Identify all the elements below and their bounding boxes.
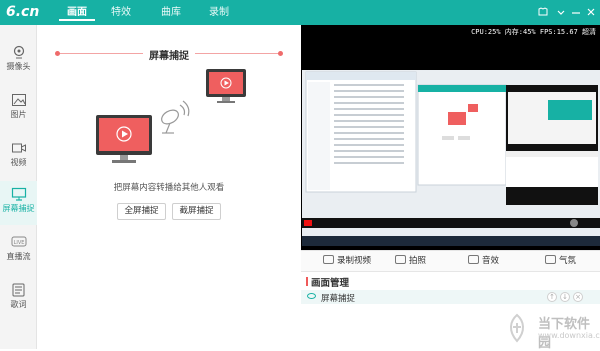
photo-label: 拍照 bbox=[409, 256, 427, 266]
sidebar-item-label: 直播流 bbox=[6, 252, 31, 261]
atmosphere-icon bbox=[545, 255, 556, 264]
tab-music[interactable]: 曲库 bbox=[153, 5, 189, 21]
header-accent-bar bbox=[306, 277, 308, 286]
tab-scene[interactable]: 画面 bbox=[59, 5, 95, 21]
sidebar-item-label: 视频 bbox=[10, 158, 27, 167]
full-screen-capture-button[interactable]: 全屏捕捉 bbox=[117, 203, 166, 220]
performance-stats: CPU:25% 内存:45% FPS:15.67 超清 bbox=[471, 28, 596, 36]
watermark-url: www.downxia.com bbox=[538, 331, 600, 340]
sidebar-item-label: 摄像头 bbox=[6, 62, 31, 71]
sidebar-item-label: 图片 bbox=[10, 110, 27, 119]
title-dot-left bbox=[55, 51, 60, 56]
title-bar: 6.cn 画面 特效 曲库 录制 bbox=[0, 0, 600, 25]
site-watermark: 当下软件园 www.downxia.com bbox=[498, 311, 600, 351]
screen-sharing-illustration bbox=[96, 69, 246, 163]
section-title: 屏幕捕捉 bbox=[38, 47, 300, 62]
live-icon: LIVE bbox=[11, 236, 26, 247]
image-icon bbox=[11, 94, 26, 106]
region-capture-button[interactable]: 截屏捕捉 bbox=[172, 203, 221, 220]
action-bar: 录制视频 拍照 音效 气氛 bbox=[301, 250, 600, 272]
sidebar-item-lyrics[interactable]: 歌词 bbox=[0, 277, 37, 321]
app-logo: 6.cn bbox=[6, 4, 40, 20]
record-video-label: 录制视频 bbox=[337, 256, 372, 266]
skin-icon[interactable] bbox=[537, 6, 549, 18]
sound-icon bbox=[468, 255, 479, 264]
watermark-logo-icon bbox=[510, 313, 524, 343]
sound-effect-label: 音效 bbox=[482, 256, 500, 266]
svg-text:LIVE: LIVE bbox=[13, 240, 24, 246]
delete-icon[interactable]: × bbox=[573, 292, 583, 302]
camera-icon bbox=[13, 45, 24, 59]
tab-record[interactable]: 录制 bbox=[201, 5, 237, 21]
menu-icon[interactable] bbox=[555, 6, 567, 18]
close-icon[interactable] bbox=[585, 6, 597, 18]
record-video-button[interactable]: 录制视频 bbox=[323, 251, 371, 272]
sidebar-item-video[interactable]: 视频 bbox=[0, 135, 37, 179]
captured-screen-thumbnail bbox=[302, 70, 600, 246]
video-icon bbox=[11, 143, 26, 153]
sidebar-item-label: 歌词 bbox=[10, 300, 27, 309]
live-preview: CPU:25% 内存:45% FPS:15.67 超清 bbox=[301, 25, 600, 250]
sidebar: 摄像头 图片 视频 屏幕捕捉 LIVE 直播流 歌词 bbox=[0, 25, 37, 349]
scene-list-item[interactable]: 屏幕捕捉 ↑ ↓ × bbox=[301, 290, 600, 304]
photo-icon bbox=[395, 255, 406, 264]
sidebar-item-camera[interactable]: 摄像头 bbox=[0, 39, 37, 83]
capture-description: 把屏幕内容转播给其他人观看 bbox=[113, 183, 225, 193]
scene-management-header: 画面管理 bbox=[301, 273, 600, 289]
tab-effects[interactable]: 特效 bbox=[103, 5, 139, 21]
atmosphere-label: 气氛 bbox=[559, 256, 577, 266]
move-up-icon[interactable]: ↑ bbox=[547, 292, 557, 302]
atmosphere-button[interactable]: 气氛 bbox=[545, 251, 576, 272]
sidebar-item-screen-capture[interactable]: 屏幕捕捉 bbox=[0, 181, 37, 225]
captured-taskbar bbox=[302, 236, 600, 246]
move-down-icon[interactable]: ↓ bbox=[560, 292, 570, 302]
sidebar-item-live-stream[interactable]: LIVE 直播流 bbox=[0, 229, 37, 273]
app-window: 6.cn 画面 特效 曲库 录制 摄像头 图片 视频 屏幕捕捉 LIVE 直播流… bbox=[0, 0, 600, 351]
sidebar-item-label: 屏幕捕捉 bbox=[2, 204, 35, 213]
scene-item-label: 屏幕捕捉 bbox=[321, 294, 356, 304]
sidebar-item-image[interactable]: 图片 bbox=[0, 87, 37, 131]
photo-button[interactable]: 拍照 bbox=[395, 251, 426, 272]
monitor-icon bbox=[11, 187, 26, 201]
minimize-icon[interactable] bbox=[570, 6, 582, 18]
record-icon bbox=[323, 255, 334, 264]
eye-icon[interactable] bbox=[307, 293, 316, 299]
lyrics-icon bbox=[12, 283, 24, 297]
scene-management-title: 画面管理 bbox=[311, 278, 350, 289]
screen-capture-panel: 屏幕捕捉 把屏幕内容转播给其他人观看 全屏捕捉 截屏捕捉 bbox=[38, 25, 300, 349]
page-title: 屏幕捕捉 bbox=[143, 51, 195, 62]
title-dot-right bbox=[278, 51, 283, 56]
sound-effect-button[interactable]: 音效 bbox=[468, 251, 499, 272]
